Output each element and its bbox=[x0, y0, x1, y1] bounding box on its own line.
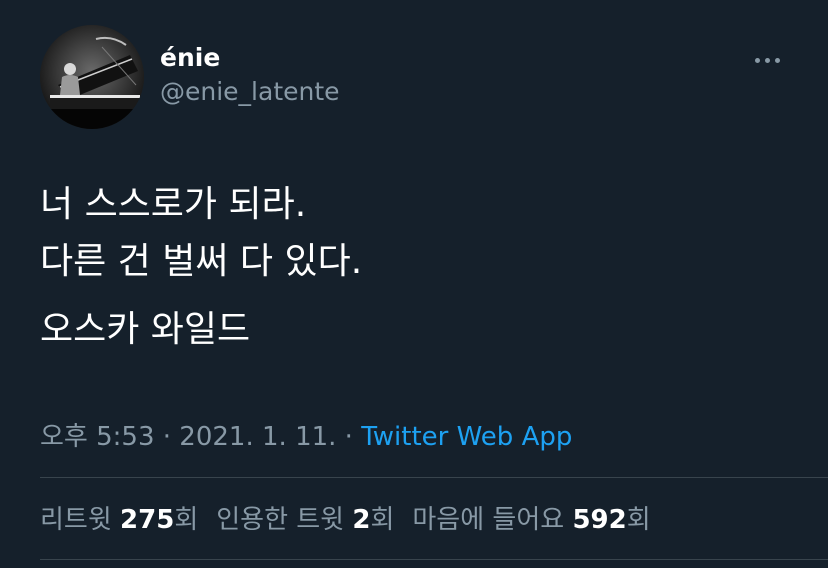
tweet-stats: 리트윗 275회 인용한 트윗 2회 마음에 들어요 592회 bbox=[40, 500, 669, 540]
retweets-label: 리트윗 bbox=[40, 505, 121, 535]
tweet-text-line: 너 스스로가 되라. bbox=[40, 184, 307, 225]
tweet-text-line: 오스카 와일드 bbox=[40, 309, 251, 350]
retweets-count: 275 bbox=[120, 505, 175, 535]
tweet-header: énie @enie_latente bbox=[40, 25, 786, 129]
avatar[interactable] bbox=[40, 25, 144, 129]
divider bbox=[40, 477, 828, 478]
tweet-text: 너 스스로가 되라. 다른 건 벌써 다 있다. 오스카 와일드 bbox=[40, 176, 780, 358]
likes-stat[interactable]: 마음에 들어요 592회 bbox=[412, 500, 650, 540]
tweet-text-line: 다른 건 벌써 다 있다. bbox=[40, 241, 363, 282]
meta-separator: · bbox=[154, 422, 180, 452]
author-names: énie @enie_latente bbox=[160, 42, 340, 109]
likes-count: 592 bbox=[572, 505, 627, 535]
quotes-count: 2 bbox=[352, 505, 371, 535]
display-name[interactable]: énie bbox=[160, 42, 340, 74]
retweets-suffix: 회 bbox=[174, 505, 199, 535]
tweet-source-link[interactable]: Twitter Web App bbox=[361, 422, 572, 452]
meta-separator: · bbox=[336, 422, 362, 452]
quotes-label: 인용한 트윗 bbox=[216, 505, 353, 535]
handle[interactable]: @enie_latente bbox=[160, 75, 340, 109]
more-horizontal-icon-dot bbox=[764, 57, 770, 63]
more-options-button[interactable] bbox=[750, 47, 784, 73]
divider bbox=[40, 559, 828, 560]
quote-tweets-stat[interactable]: 인용한 트윗 2회 bbox=[216, 500, 394, 540]
avatar-image bbox=[40, 25, 144, 129]
tweet-detail: énie @enie_latente 너 스스로가 되라. 다른 건 벌써 다 … bbox=[0, 0, 828, 568]
quotes-suffix: 회 bbox=[370, 505, 395, 535]
more-horizontal-icon bbox=[754, 57, 760, 63]
tweet-time[interactable]: 오후 5:53 bbox=[40, 422, 155, 452]
likes-suffix: 회 bbox=[626, 505, 651, 535]
tweet-meta: 오후 5:53 · 2021. 1. 11. · Twitter Web App bbox=[40, 420, 572, 454]
retweets-stat[interactable]: 리트윗 275회 bbox=[40, 500, 198, 540]
tweet-date[interactable]: 2021. 1. 11. bbox=[179, 422, 336, 452]
more-horizontal-icon-dot bbox=[774, 57, 780, 63]
likes-label: 마음에 들어요 bbox=[412, 505, 573, 535]
